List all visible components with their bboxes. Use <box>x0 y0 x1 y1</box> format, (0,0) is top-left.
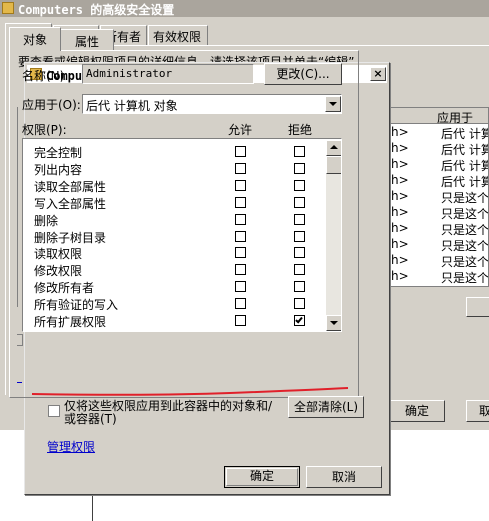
allow-checkbox[interactable] <box>235 230 246 242</box>
deny-checkbox[interactable] <box>294 162 305 174</box>
background-ok-button[interactable]: 确定 <box>389 400 445 422</box>
deny-checkbox[interactable] <box>294 315 305 326</box>
folder-icon <box>2 2 14 14</box>
list-item[interactable]: h> 后代 计算 <box>389 173 488 189</box>
apply-to-dropdown[interactable]: 后代 计算机 对象 <box>82 94 342 114</box>
permission-name: 修改权限 <box>34 264 83 279</box>
list-item[interactable]: h> 只是这个 <box>389 237 488 253</box>
ok-button[interactable]: 确定 <box>224 466 300 488</box>
deny-checkbox[interactable] <box>294 264 305 276</box>
list-item[interactable]: h> 只是这个 <box>389 205 488 221</box>
deny-checkbox[interactable] <box>294 298 305 310</box>
allow-checkbox[interactable] <box>235 247 246 259</box>
allow-checkbox[interactable] <box>235 196 246 208</box>
permission-row: 修改权限 <box>23 261 323 278</box>
allow-checkbox[interactable] <box>235 315 246 326</box>
deny-column-header: 拒绝 <box>288 123 313 137</box>
permission-row: 删除 <box>23 211 323 228</box>
list-item[interactable]: h> 只是这个 <box>389 253 488 269</box>
advanced-security-title: Computers 的高级安全设置 <box>18 3 175 17</box>
scroll-up-button[interactable] <box>326 140 341 156</box>
close-button[interactable]: × <box>370 67 386 81</box>
apply-to-this-container-only-checkbox[interactable] <box>48 405 60 417</box>
divider <box>92 495 93 521</box>
permission-row: 列出内容 <box>23 160 323 177</box>
cancel-button[interactable]: 取消 <box>306 466 382 488</box>
permission-row: 写入全部属性 <box>23 194 323 211</box>
allow-checkbox[interactable] <box>235 213 246 225</box>
permission-row: 删除子树目录 <box>23 228 323 245</box>
permissions-scrollbar[interactable] <box>326 140 341 331</box>
scroll-thumb[interactable] <box>326 156 341 174</box>
permission-row: 读取全部属性 <box>23 177 323 194</box>
principal-name-field: Administrator <box>82 64 254 84</box>
allow-checkbox[interactable] <box>235 298 246 310</box>
permission-row: 读取权限 <box>23 244 323 261</box>
deny-checkbox[interactable] <box>294 213 305 225</box>
permission-name: 读取全部属性 <box>34 179 107 194</box>
allow-checkbox[interactable] <box>235 281 246 293</box>
permission-row: 所有扩展权限 <box>23 312 323 329</box>
list-item[interactable]: h> 后代 计算 <box>389 125 488 141</box>
chevron-down-icon <box>330 321 338 325</box>
permission-name: 所有验证的写入 <box>34 298 119 313</box>
allow-checkbox[interactable] <box>235 179 246 191</box>
change-button[interactable]: 更改(C)... <box>264 63 342 85</box>
permission-entries-list[interactable]: 应用于 h> 后代 计算 h> 后代 计算 h> 后代 计算 h> 后代 计算 h> 只是… <box>388 107 489 287</box>
permission-row: 修改所有者 <box>23 278 323 295</box>
allow-column-header: 允许 <box>228 123 253 137</box>
edit-button-fragment[interactable] <box>466 297 489 317</box>
ok-button-label: 确定 <box>249 469 274 483</box>
allow-checkbox[interactable] <box>235 162 246 174</box>
checkmark-icon <box>295 315 303 324</box>
permission-name: 读取权限 <box>34 247 83 262</box>
permission-name: 删除 <box>34 213 59 228</box>
list-item[interactable]: h> 只是这个 <box>389 221 488 237</box>
chevron-up-icon <box>330 145 338 149</box>
name-label: 名称(N): <box>22 69 69 83</box>
permission-name: 列出内容 <box>34 162 83 177</box>
list-item[interactable]: h> 只是这个 <box>389 189 488 205</box>
deny-checkbox[interactable] <box>294 146 305 157</box>
permissions-list[interactable]: 完全控制列出内容读取全部属性 写入全部属性 删除删除子树目录 读取权限修改权限修改所有… <box>22 138 342 332</box>
clear-all-button[interactable]: 全部清除(L) <box>288 396 364 418</box>
list-header: 应用于 <box>389 108 488 126</box>
permission-name: 写入全部属性 <box>34 196 107 211</box>
permission-row: 所有验证的写入 <box>23 295 323 312</box>
permissions-label: 权限(P): <box>22 123 67 137</box>
scroll-down-button[interactable] <box>326 315 341 331</box>
deny-checkbox[interactable] <box>294 281 305 293</box>
background-cancel-button[interactable]: 取 <box>466 400 489 422</box>
permission-name: 删除子树目录 <box>34 230 107 245</box>
list-item[interactable]: h> 后代 计算 <box>389 141 488 157</box>
column-header-apply-to[interactable]: 应用于 <box>437 109 473 126</box>
list-item[interactable]: h> 只是这个 <box>389 269 488 285</box>
chevron-down-icon <box>329 102 337 106</box>
permission-row: 完全控制 <box>23 143 323 160</box>
manage-permissions-link[interactable]: 管理权限 <box>47 438 95 455</box>
permission-name: 修改所有者 <box>34 281 95 296</box>
deny-checkbox[interactable] <box>294 247 305 259</box>
permission-name: 所有扩展权限 <box>34 315 107 329</box>
allow-checkbox[interactable] <box>235 264 246 276</box>
deny-checkbox[interactable] <box>294 230 305 242</box>
apply-to-label: 应用于(O): <box>22 98 81 112</box>
apply-to-this-container-only-label[interactable]: 仅将这些权限应用到此容器中的对象和/或容器(T) <box>64 400 274 426</box>
apply-to-value: 后代 计算机 对象 <box>86 99 178 113</box>
deny-checkbox[interactable] <box>294 179 305 191</box>
tab-effective-permissions[interactable]: 有效权限 <box>148 25 208 45</box>
advanced-security-titlebar: Computers 的高级安全设置 <box>0 0 489 17</box>
permission-name: 完全控制 <box>34 146 83 160</box>
dropdown-button[interactable] <box>325 96 341 112</box>
deny-checkbox[interactable] <box>294 196 305 208</box>
list-item[interactable]: h> 后代 计算 <box>389 157 488 173</box>
allow-checkbox[interactable] <box>235 146 246 157</box>
tab-object[interactable]: 对象 <box>9 27 61 51</box>
tab-properties[interactable]: 属性 <box>60 29 114 51</box>
